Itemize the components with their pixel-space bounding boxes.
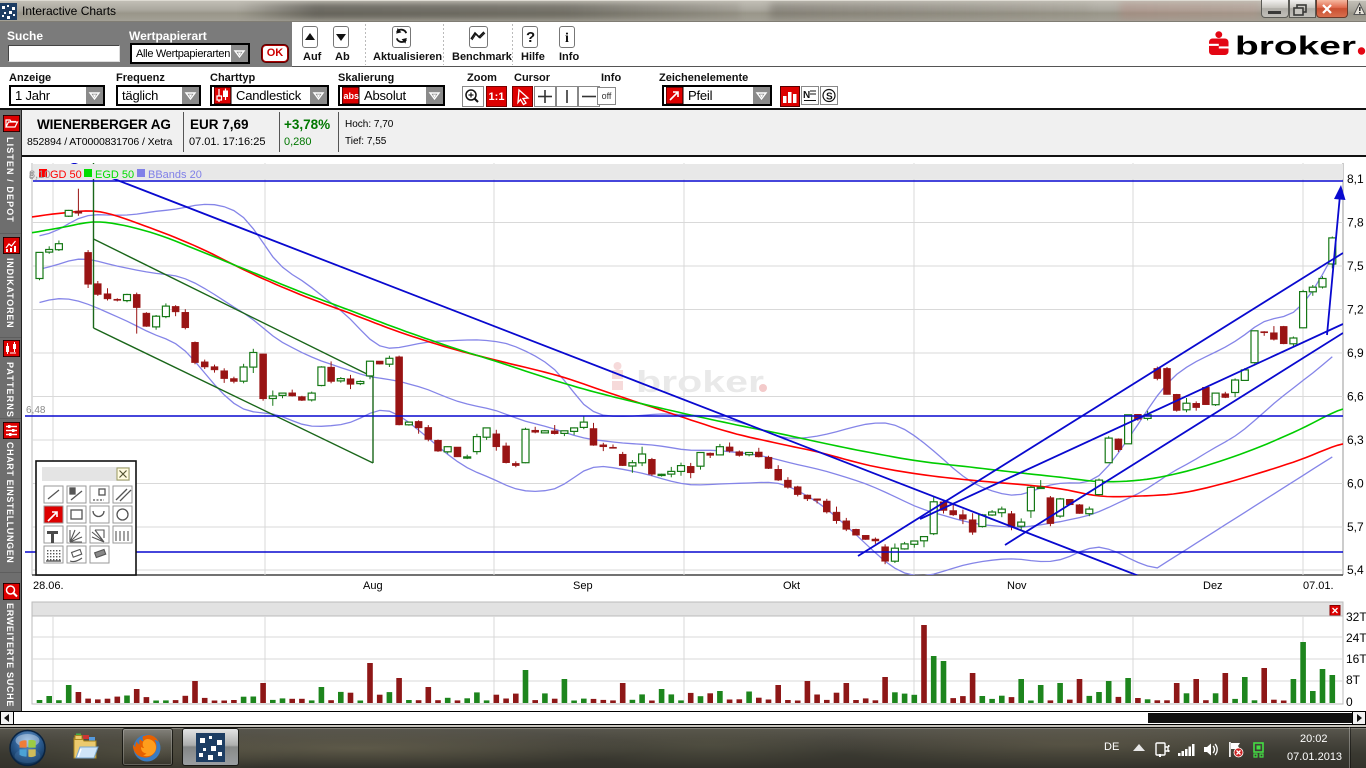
svg-text:Sep: Sep <box>573 580 593 592</box>
svg-text:broker: broker <box>636 364 764 399</box>
svg-text:6,6: 6,6 <box>1347 390 1364 404</box>
svg-text:Okt: Okt <box>783 580 800 592</box>
svg-text:7,2: 7,2 <box>1347 303 1364 317</box>
svg-text:EGD 50: EGD 50 <box>95 169 134 181</box>
svg-text:8T: 8T <box>1346 673 1361 687</box>
svg-text:Nov: Nov <box>1007 580 1027 592</box>
svg-text:5,7: 5,7 <box>1347 520 1364 534</box>
svg-text:7,5: 7,5 <box>1347 259 1364 273</box>
svg-text:Dez: Dez <box>1203 580 1223 592</box>
svg-text:16T: 16T <box>1346 652 1366 666</box>
svg-text:6,3: 6,3 <box>1347 433 1364 447</box>
svg-text:32T: 32T <box>1346 610 1366 624</box>
svg-text:GD 50: GD 50 <box>50 169 82 181</box>
svg-text:8,1: 8,1 <box>1347 172 1364 186</box>
svg-text:0: 0 <box>1346 695 1353 709</box>
svg-text:6,48: 6,48 <box>26 405 46 416</box>
svg-text:24T: 24T <box>1346 631 1366 645</box>
svg-text:6,0: 6,0 <box>1347 477 1364 491</box>
svg-text:BBands 20: BBands 20 <box>148 169 202 181</box>
svg-text:6,9: 6,9 <box>1347 346 1364 360</box>
svg-text:07.01.: 07.01. <box>1303 580 1334 592</box>
svg-text:8,10: 8,10 <box>29 169 50 181</box>
svg-text:Aug: Aug <box>363 580 383 592</box>
svg-text:5,4: 5,4 <box>1347 563 1364 577</box>
svg-text:7,8: 7,8 <box>1347 216 1364 230</box>
svg-text:28.06.: 28.06. <box>33 580 64 592</box>
